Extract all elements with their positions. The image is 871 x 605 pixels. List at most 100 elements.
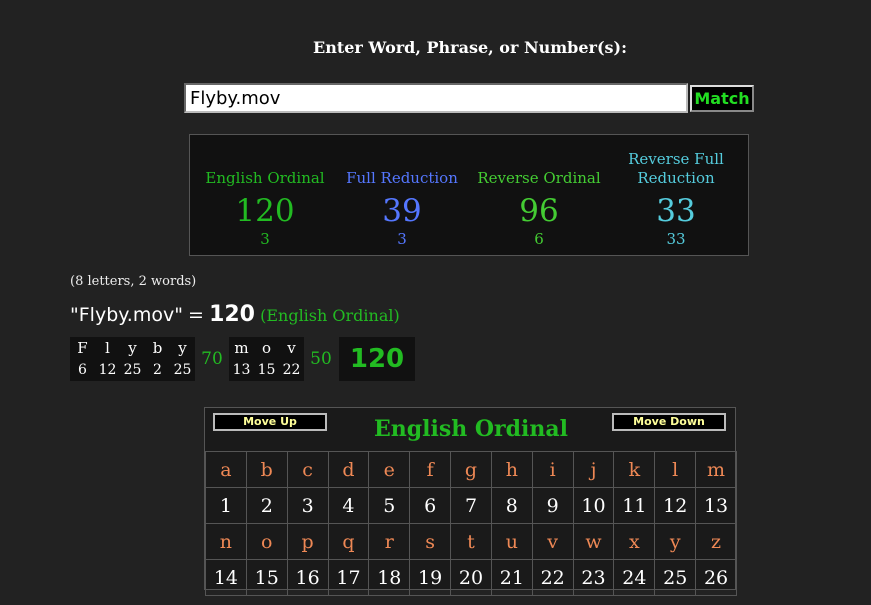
cipher-name: Reverse Full Reduction <box>628 150 724 187</box>
breakdown-letter: y 25 <box>170 337 195 381</box>
chart-letter: x <box>613 523 656 560</box>
letter: o <box>261 339 272 357</box>
chart-value: 7 <box>450 487 492 524</box>
cipher-reduced-value: 3 <box>260 230 270 248</box>
prompt-heading: Enter Word, Phrase, or Number(s): <box>313 38 627 57</box>
chart-value: 2 <box>245 487 288 524</box>
word-sum: 50 <box>310 349 332 369</box>
letter: b <box>152 339 163 357</box>
chart-letter: i <box>531 451 574 488</box>
letter-word-count: (8 letters, 2 words) <box>70 274 197 289</box>
chart-letter: q <box>327 523 370 560</box>
letter-value: 6 <box>78 362 87 378</box>
chart-letter: v <box>531 523 574 560</box>
cipher-name: Reverse Ordinal <box>477 169 601 187</box>
chart-letter: c <box>286 451 329 488</box>
chart-value: 12 <box>654 487 697 524</box>
chart-value: 3 <box>286 487 329 524</box>
breakdown-letter: o 15 <box>254 337 279 381</box>
value-row: 1 2 3 4 5 6 7 8 9 10 11 12 13 <box>205 487 737 524</box>
chart-value: 25 <box>654 559 697 596</box>
summary-cipher-name: (English Ordinal) <box>260 306 400 325</box>
letter: F <box>77 339 88 357</box>
chart-value: 4 <box>327 487 370 524</box>
breakdown-total: 120 <box>339 337 415 381</box>
breakdown-letter: y 25 <box>120 337 145 381</box>
chart-letter: a <box>205 451 247 488</box>
cipher-value: 39 <box>382 193 422 229</box>
chart-value: 15 <box>245 559 288 596</box>
breakdown-letter: l 12 <box>95 337 120 381</box>
letter: m <box>234 339 249 357</box>
cipher-name: English Ordinal <box>205 169 325 187</box>
letter-value: 25 <box>123 362 142 378</box>
chart-value: 14 <box>205 559 247 596</box>
cipher-chart: Move Up Move Down English Ordinal a b c … <box>204 407 737 596</box>
chart-value: 10 <box>572 487 615 524</box>
chart-value: 1 <box>205 487 247 524</box>
chart-value: 11 <box>613 487 656 524</box>
chart-value: 9 <box>531 487 574 524</box>
letter-value: 15 <box>257 362 276 378</box>
chart-value: 24 <box>613 559 656 596</box>
chart-letter: t <box>450 523 492 560</box>
chart-value: 16 <box>286 559 329 596</box>
chart-value: 26 <box>695 559 737 596</box>
summary-phrase: "Flyby.mov" <box>70 304 183 326</box>
cipher-value: 33 <box>656 193 696 229</box>
cipher-value: 120 <box>235 193 295 229</box>
phrase-input[interactable] <box>184 83 688 113</box>
match-button[interactable]: Match <box>690 85 754 112</box>
word-sum: 70 <box>201 349 223 369</box>
chart-value: 22 <box>531 559 574 596</box>
chart-value: 8 <box>490 487 533 524</box>
chart-value: 5 <box>368 487 411 524</box>
letter-value: 22 <box>282 362 301 378</box>
chart-letter: f <box>409 451 452 488</box>
chart-letter: n <box>205 523 247 560</box>
value-row: 14 15 16 17 18 19 20 21 22 23 24 25 26 <box>205 559 737 596</box>
chart-letter: e <box>368 451 411 488</box>
chart-letter: g <box>450 451 492 488</box>
letter: y <box>178 339 187 357</box>
chart-value: 13 <box>695 487 737 524</box>
chart-value: 17 <box>327 559 370 596</box>
cipher-results-panel: English Ordinal 120 3 Full Reduction 39 … <box>189 134 749 256</box>
chart-letter: p <box>286 523 329 560</box>
chart-letter: d <box>327 451 370 488</box>
cipher-reduced-value: 33 <box>666 230 686 248</box>
chart-title: English Ordinal <box>373 416 568 442</box>
breakdown-letter: m 13 <box>229 337 254 381</box>
chart-letter: y <box>654 523 697 560</box>
letter-value: 25 <box>173 362 192 378</box>
cipher-name: Full Reduction <box>346 169 458 187</box>
letter-value: 2 <box>153 362 162 378</box>
chart-value: 23 <box>572 559 615 596</box>
letter: v <box>287 339 296 357</box>
breakdown-letter: v 22 <box>279 337 304 381</box>
chart-letter: j <box>572 451 615 488</box>
letter-value: 13 <box>232 362 251 378</box>
chart-letter: r <box>368 523 411 560</box>
summary-total: 120 <box>209 302 255 327</box>
letter: y <box>128 339 137 357</box>
letter-row: a b c d e f g h i j k l m <box>205 451 737 488</box>
chart-letter: z <box>695 523 737 560</box>
breakdown-letter: F 6 <box>70 337 95 381</box>
chart-letter: b <box>245 451 288 488</box>
summary-equals: = <box>188 304 204 326</box>
cipher-reduced-value: 6 <box>534 230 544 248</box>
chart-letter: u <box>490 523 533 560</box>
cipher-table: a b c d e f g h i j k l m 1 2 3 4 5 6 7 … <box>205 451 737 596</box>
letter: l <box>105 339 110 357</box>
calculation-summary: "Flyby.mov" = 120 (English Ordinal) <box>70 302 400 327</box>
chart-letter: o <box>245 523 288 560</box>
chart-letter: w <box>572 523 615 560</box>
chart-value: 6 <box>409 487 452 524</box>
chart-value: 18 <box>368 559 411 596</box>
chart-letter: h <box>490 451 533 488</box>
chart-value: 21 <box>490 559 533 596</box>
chart-letter: l <box>654 451 697 488</box>
breakdown-letter: b 2 <box>145 337 170 381</box>
letter-row: n o p q r s t u v w x y z <box>205 523 737 560</box>
